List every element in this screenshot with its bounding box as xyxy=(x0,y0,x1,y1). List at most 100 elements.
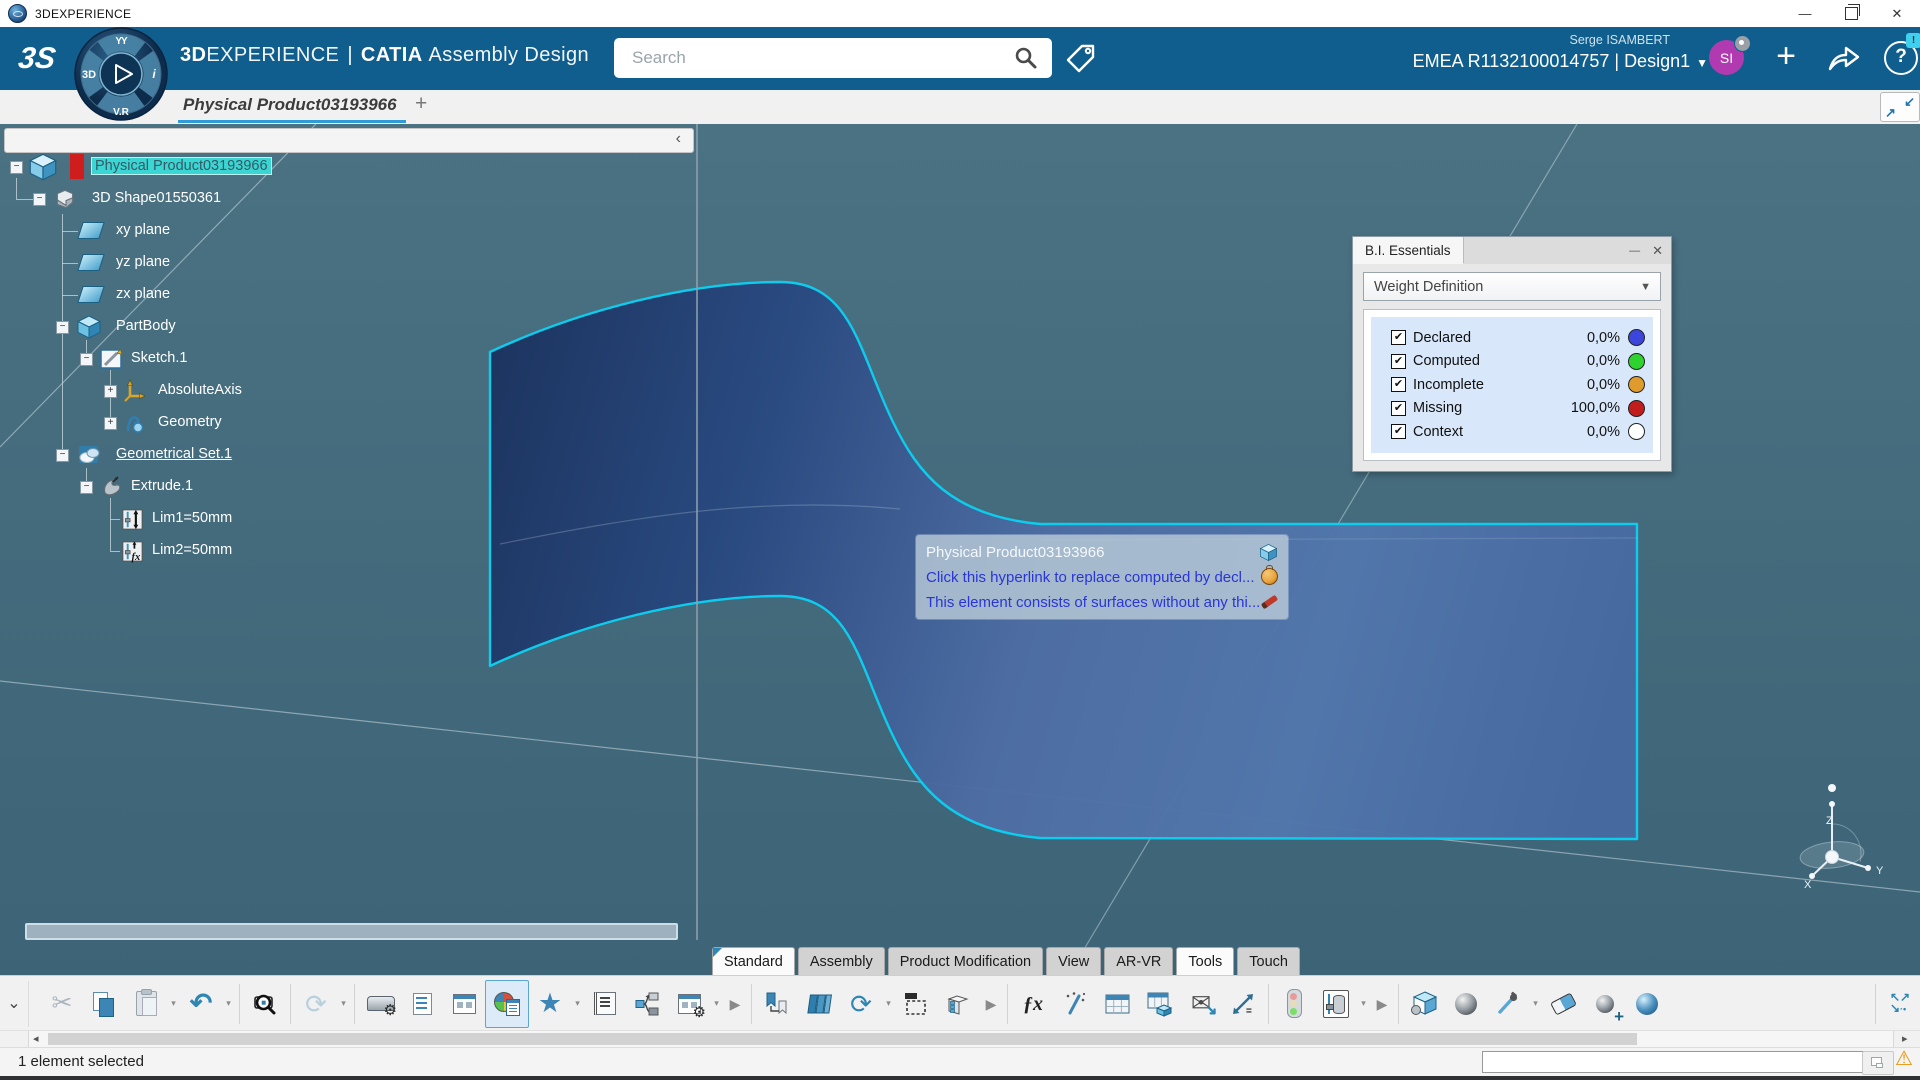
edit-properties-button[interactable] xyxy=(401,981,443,1027)
scrollbar-thumb[interactable] xyxy=(48,1033,1637,1045)
tree-item-lim2[interactable]: fx Lim2=50mm xyxy=(0,539,700,563)
tree-item-shape[interactable]: − 3D Shape01550361 xyxy=(0,187,700,211)
sketch-icon[interactable] xyxy=(98,346,124,372)
paste-button[interactable] xyxy=(125,981,167,1027)
tree-item-root[interactable]: − Physical Product03193966 xyxy=(0,155,700,179)
favorites-button[interactable]: ★ xyxy=(529,981,571,1027)
paste-dropdown-caret[interactable]: ▾ xyxy=(167,981,180,1027)
geometrical-set-icon[interactable] xyxy=(76,442,102,468)
collapse-ui-button[interactable]: ↙ ↗ xyxy=(1880,92,1920,122)
tree-item-label[interactable]: PartBody xyxy=(116,318,176,334)
share-icon[interactable] xyxy=(1826,43,1862,73)
material-picker-button[interactable] xyxy=(1487,981,1529,1027)
remove-material-button[interactable] xyxy=(1542,981,1584,1027)
tree-item-xy-plane[interactable]: xy plane xyxy=(0,219,700,243)
save-manage-button[interactable]: ⚙ xyxy=(359,981,401,1027)
layout-window-button[interactable] xyxy=(443,981,485,1027)
data-settings-button[interactable] xyxy=(1315,981,1357,1027)
tree-item-label[interactable]: Extrude.1 xyxy=(131,478,193,494)
add-material-button[interactable]: + xyxy=(1584,981,1626,1027)
checkbox[interactable]: ✔ xyxy=(1391,424,1406,439)
3ds-logo[interactable]: 3S xyxy=(11,37,63,81)
scroll-left-arrow[interactable]: ◂ xyxy=(33,1032,39,1045)
tree-item-label[interactable]: zx plane xyxy=(116,286,170,302)
plane-icon[interactable] xyxy=(77,254,105,271)
tree-item-zx-plane[interactable]: zx plane xyxy=(0,283,700,307)
tree-item-label[interactable]: xy plane xyxy=(116,222,170,238)
expand-toolbar-button[interactable]: ↖↗ ↘·• xyxy=(1880,981,1920,1027)
undo-button[interactable]: ↶ xyxy=(180,981,222,1027)
close-button[interactable]: ✕ xyxy=(1874,0,1920,27)
tab-standard[interactable]: Standard xyxy=(712,947,795,975)
tree-item-label[interactable]: Lim1=50mm xyxy=(152,510,232,526)
workspace-selector[interactable]: EMEA R1132100014757 | Design1▼ xyxy=(1413,51,1708,72)
tree-expander[interactable]: − xyxy=(80,353,93,366)
add-content-button[interactable]: + xyxy=(1768,34,1804,80)
tree-item-label[interactable]: 3D Shape01550361 xyxy=(92,190,221,206)
tree-item-label[interactable]: Sketch.1 xyxy=(131,350,187,366)
knowledge-check-button[interactable] xyxy=(1273,981,1315,1027)
tab-ar-vr[interactable]: AR-VR xyxy=(1104,947,1173,975)
tree-expander[interactable]: − xyxy=(56,321,69,334)
tree-item-geomset[interactable]: − Geometrical Set.1 xyxy=(0,443,700,467)
bookmarks-button[interactable] xyxy=(756,981,798,1027)
tab-product-modification[interactable]: Product Modification xyxy=(888,947,1043,975)
scroll-right-arrow[interactable]: ▸ xyxy=(1902,1032,1908,1045)
tag-icon[interactable] xyxy=(1064,41,1098,75)
checkbox[interactable]: ✔ xyxy=(1391,401,1406,416)
plane-icon[interactable] xyxy=(77,286,105,303)
tree-item-lim1[interactable]: Lim1=50mm xyxy=(0,507,700,531)
limit-parameter-icon[interactable] xyxy=(120,507,145,532)
formula-button[interactable]: ƒx xyxy=(1012,981,1054,1027)
tab-tools[interactable]: Tools xyxy=(1176,947,1234,975)
search-box[interactable] xyxy=(614,38,1052,78)
measure-button[interactable]: = xyxy=(1222,981,1264,1027)
wizard-button[interactable] xyxy=(1054,981,1096,1027)
bi-essentials-button[interactable] xyxy=(485,980,529,1028)
exchange-button[interactable]: ✉ ➜ xyxy=(1180,981,1222,1027)
favorites-dropdown-caret[interactable]: ▾ xyxy=(571,981,584,1027)
tree-item-absoluteaxis[interactable]: + AbsoluteAxis xyxy=(0,379,700,403)
specifications-button[interactable] xyxy=(584,981,626,1027)
command-input[interactable] xyxy=(1482,1051,1864,1073)
cut-button[interactable]: ✂ xyxy=(41,981,83,1027)
new-tab-button[interactable]: + xyxy=(415,92,427,116)
extrude-icon[interactable] xyxy=(100,474,126,500)
checkbox[interactable]: ✔ xyxy=(1391,330,1406,345)
tree-item-geometry[interactable]: + Geometry xyxy=(0,411,700,435)
selection-sets-button[interactable] xyxy=(895,981,937,1027)
3d-compass[interactable]: YY 3D i V.R xyxy=(74,27,168,121)
plane-icon[interactable] xyxy=(77,222,105,239)
zoom-select-button[interactable] xyxy=(244,981,286,1027)
tooltip-hyperlink[interactable]: Click this hyperlink to replace computed… xyxy=(926,569,1254,586)
tree-item-partbody[interactable]: − PartBody xyxy=(0,315,700,339)
search-icon[interactable] xyxy=(1014,46,1038,70)
tree-item-label[interactable]: Geometry xyxy=(158,414,222,430)
dependencies-button[interactable] xyxy=(626,981,668,1027)
display-options-button[interactable]: ⚙ xyxy=(668,981,710,1027)
tooltip-hyperlink[interactable]: This element consists of surfaces withou… xyxy=(926,594,1260,611)
tree-item-label[interactable]: yz plane xyxy=(116,254,170,270)
tree-item-label[interactable]: Lim2=50mm xyxy=(152,542,232,558)
tree-expander[interactable]: − xyxy=(80,481,93,494)
tree-item-label[interactable]: Physical Product03193966 xyxy=(92,158,271,174)
material-sphere-button[interactable] xyxy=(1445,981,1487,1027)
search-input[interactable] xyxy=(630,47,1014,69)
tree-expander[interactable]: − xyxy=(56,449,69,462)
update-dropdown-caret[interactable]: ▾ xyxy=(337,981,350,1027)
3d-shape-icon[interactable] xyxy=(52,186,78,212)
collections-button[interactable] xyxy=(798,981,840,1027)
design-table-button[interactable] xyxy=(1138,981,1180,1027)
bi-panel-header[interactable]: B.I. Essentials — ✕ xyxy=(1353,237,1671,264)
panel-restore-button[interactable] xyxy=(1862,1051,1894,1075)
tree-item-label[interactable]: AbsoluteAxis xyxy=(158,382,242,398)
partbody-icon[interactable] xyxy=(76,314,102,340)
toolbar-overflow-button[interactable]: ⌄ xyxy=(0,981,29,1027)
checkbox[interactable]: ✔ xyxy=(1391,377,1406,392)
minimize-button[interactable]: — xyxy=(1782,0,1828,27)
geometry-icon[interactable] xyxy=(122,411,146,435)
tree-expander[interactable]: − xyxy=(10,161,23,174)
toolbar-scrollbar[interactable]: ◂ ▸ xyxy=(0,1030,1920,1048)
restore-button[interactable] xyxy=(1828,0,1874,27)
tree-expander[interactable]: + xyxy=(104,417,117,430)
